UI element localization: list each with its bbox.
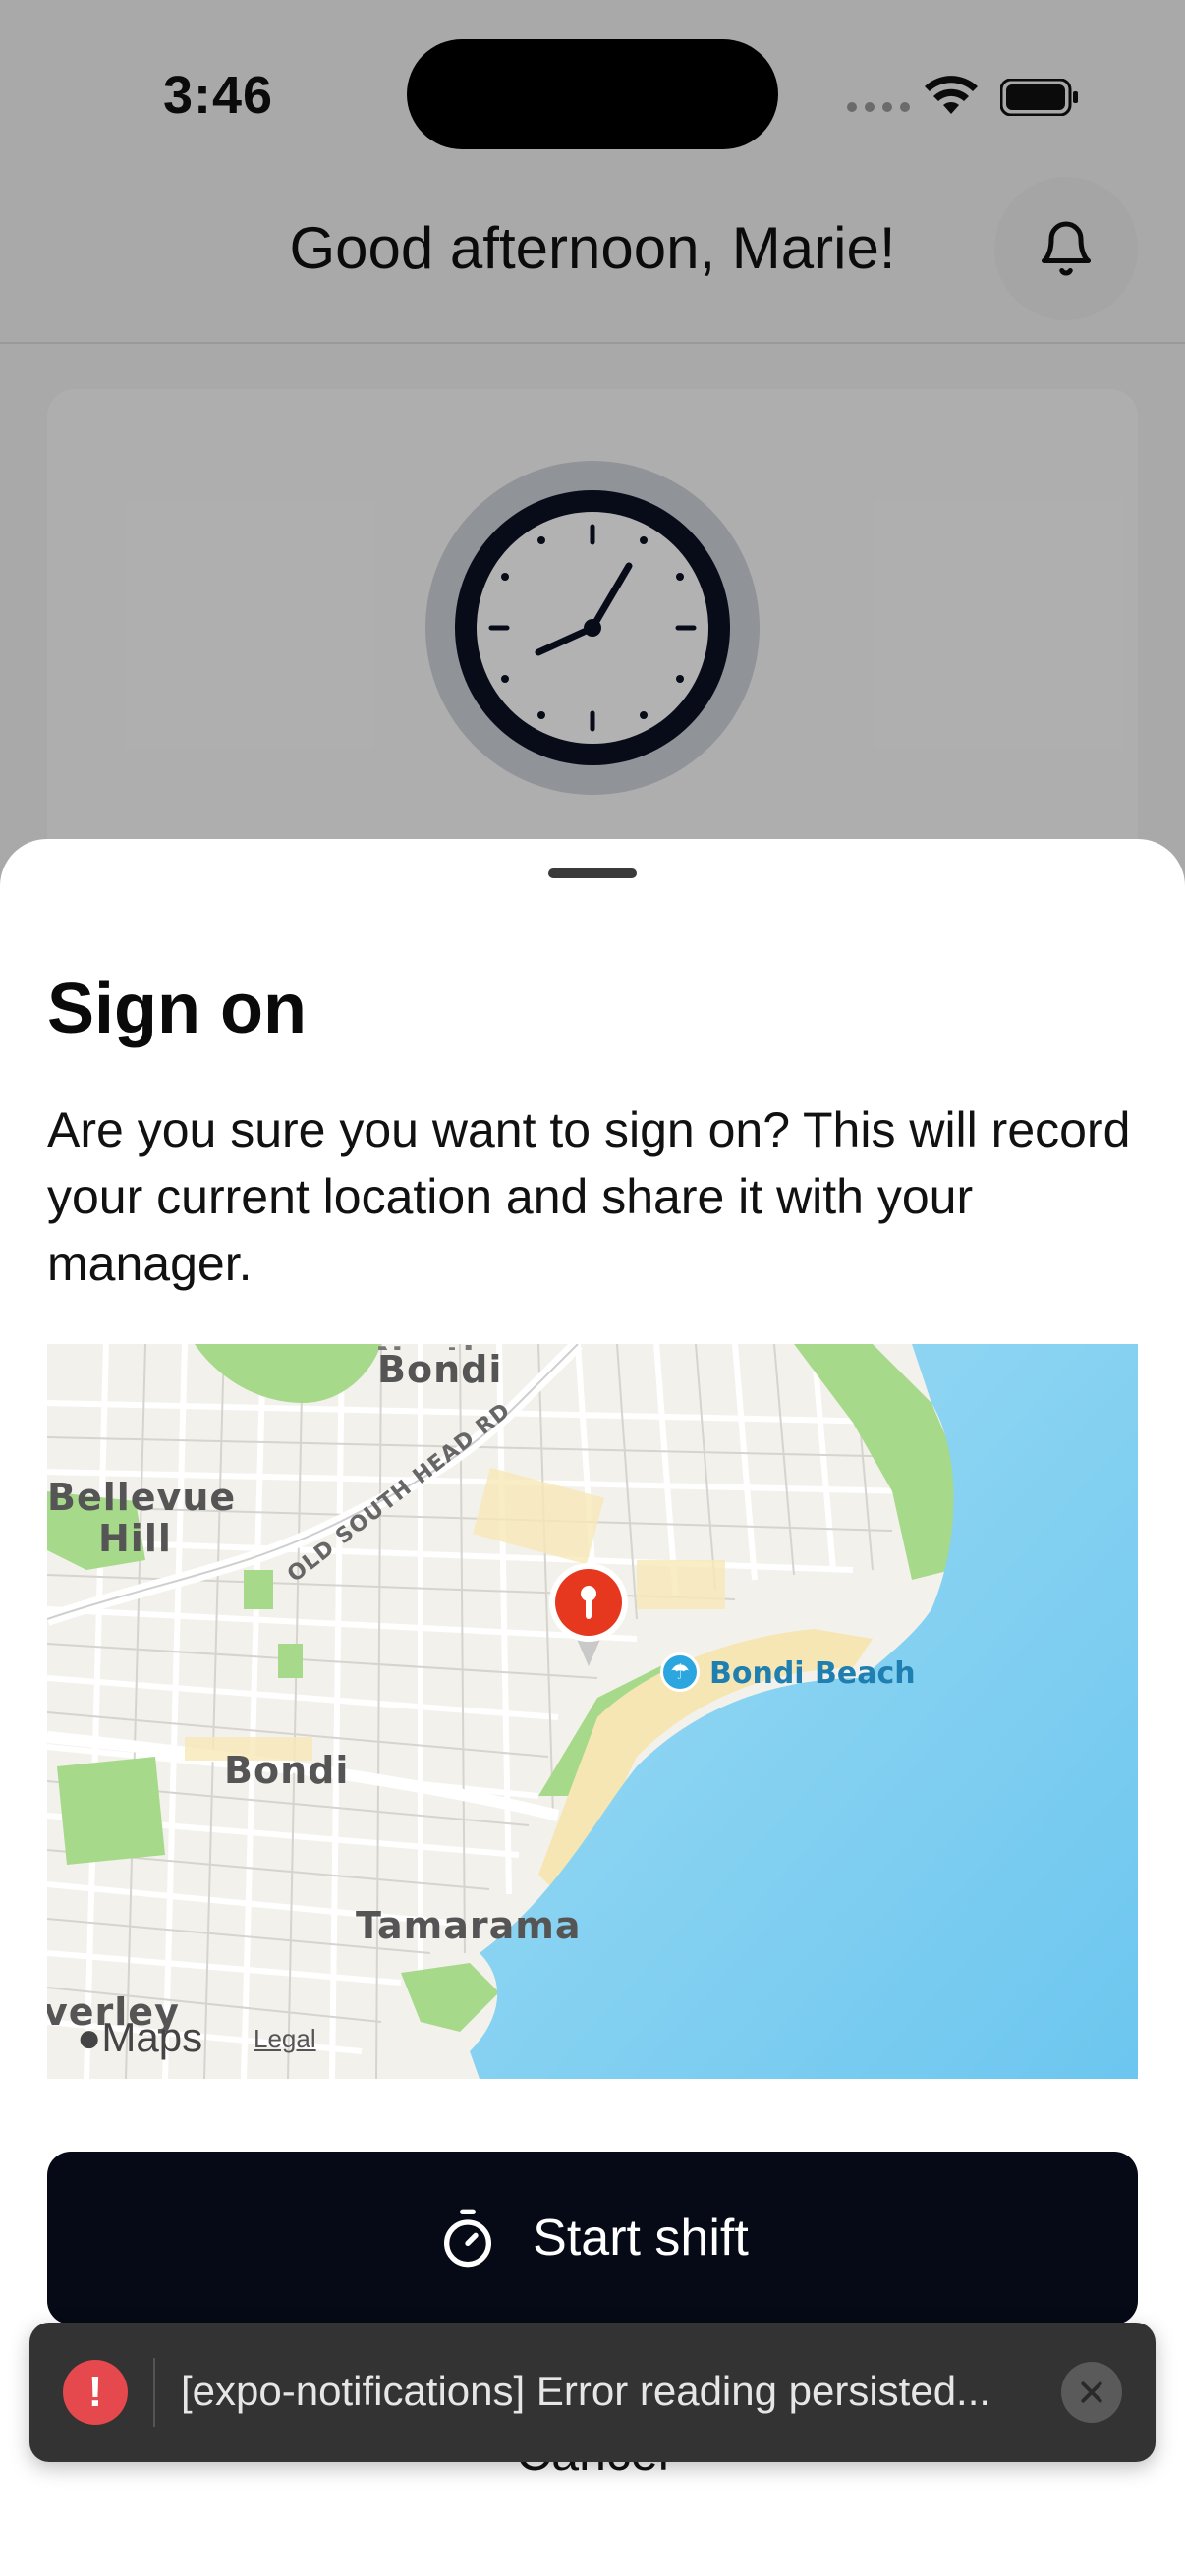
map-canvas: [47, 1344, 1138, 2079]
location-map[interactable]: North Bondi Bellevue Hill OLD SOUTH HEAD…: [47, 1344, 1138, 2079]
map-label-bondi: Bondi: [224, 1749, 350, 1792]
close-icon: [1081, 2381, 1102, 2403]
toast-divider: [153, 2358, 155, 2427]
map-legal-link[interactable]: Legal: [254, 2024, 316, 2054]
close-toast-button[interactable]: [1061, 2362, 1122, 2423]
beach-umbrella-icon[interactable]: ☂: [660, 1652, 700, 1692]
sign-on-sheet: Sign on Are you sure you want to sign on…: [0, 839, 1185, 2576]
map-label-tamarama: Tamarama: [356, 1904, 582, 1947]
sheet-title: Sign on: [47, 970, 307, 1048]
location-pin-icon: [549, 1563, 628, 1666]
toast-message: [expo-notifications] Error reading persi…: [181, 2368, 991, 2414]
apple-logo-icon: ●: [77, 2014, 102, 2060]
stopwatch-icon: [444, 2209, 492, 2268]
error-toast[interactable]: ! [expo-notifications] Error reading per…: [29, 2323, 1156, 2462]
apple-maps-attribution: ●Maps: [77, 2014, 203, 2060]
map-label-bellevue: Bellevue: [47, 1476, 237, 1519]
sheet-grabber[interactable]: [548, 868, 637, 878]
start-shift-button[interactable]: Start shift: [47, 2152, 1138, 2324]
map-label-hill: Hill: [98, 1517, 172, 1560]
start-shift-label: Start shift: [533, 2210, 749, 2267]
sheet-description: Are you sure you want to sign on? This w…: [47, 1102, 1131, 1291]
error-icon: !: [63, 2360, 128, 2425]
map-label-north-bondi: Bondi: [377, 1348, 503, 1391]
map-label-bondi-beach[interactable]: Bondi Beach: [709, 1656, 916, 1691]
